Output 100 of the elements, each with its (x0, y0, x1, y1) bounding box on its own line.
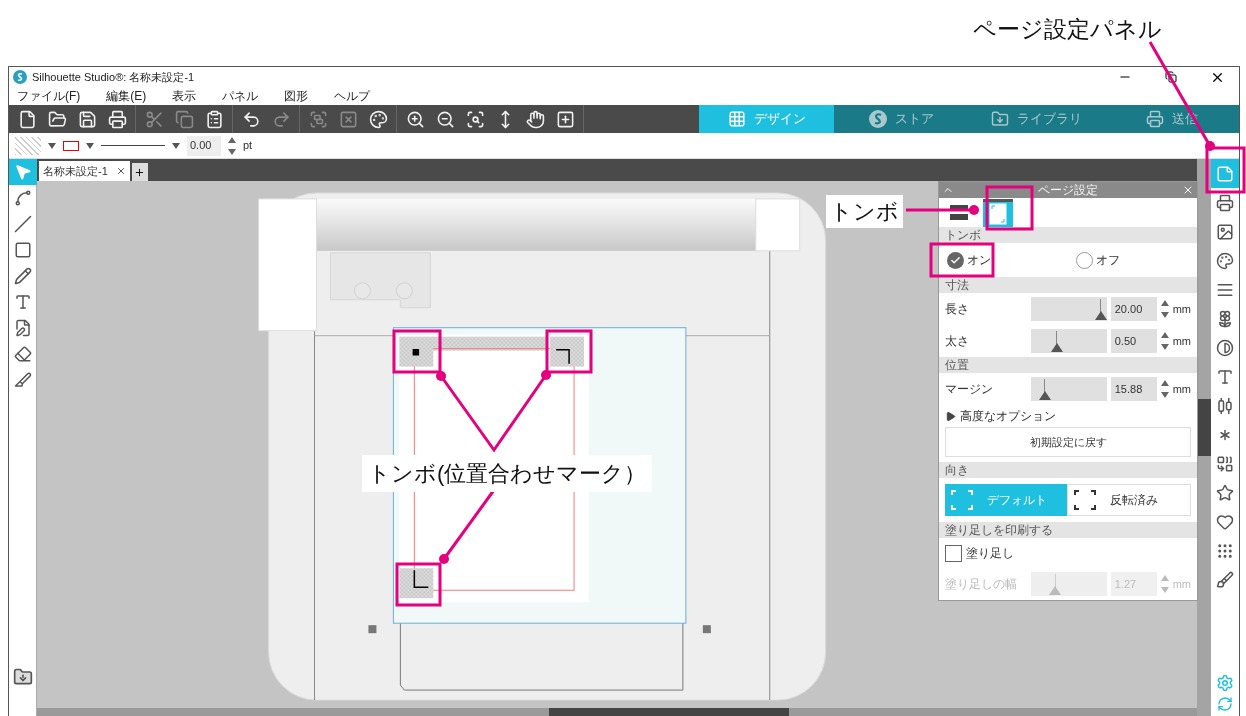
slider-track[interactable] (1030, 297, 1107, 321)
radio-option[interactable]: オン (939, 251, 1068, 269)
unit-label: mm (1172, 576, 1191, 592)
number-field[interactable]: 20.00 (1110, 297, 1157, 321)
text-icon (1216, 367, 1234, 386)
number-field[interactable]: 15.88 (1110, 377, 1157, 401)
menu-item[interactable]: ヘルプ (334, 89, 371, 103)
registration-mark (550, 336, 585, 367)
highlight-frame (545, 329, 593, 374)
unit-label: mm (1172, 301, 1191, 317)
advanced-options-toggle[interactable]: 高度なオプション (939, 405, 1197, 427)
slider-track[interactable] (1030, 329, 1107, 353)
menu-item[interactable]: 図形 (284, 89, 309, 103)
curve-icon (13, 189, 32, 207)
scrollbar-thumb[interactable] (549, 708, 789, 716)
image-icon (1216, 222, 1234, 241)
callout-label: トンボ(位置合わせマーク） (362, 455, 653, 492)
contrast-icon (1216, 338, 1234, 357)
sticky-note-icon (1216, 164, 1234, 183)
star-icon (1216, 483, 1234, 502)
radio-option[interactable]: オフ (1068, 251, 1197, 269)
sensor-mark (368, 625, 377, 634)
eraser-icon (13, 345, 32, 363)
pointer-icon (13, 163, 32, 181)
x-square-icon (338, 109, 358, 129)
bleed-checkbox[interactable]: 塗り足し (939, 538, 1197, 568)
store-logo-icon (869, 110, 887, 128)
callout-label: トンボ (826, 195, 903, 228)
page-layout-icon (950, 204, 970, 221)
field-label: 太さ (945, 333, 970, 350)
pencil-icon (13, 267, 32, 285)
field-label: マージン (945, 381, 994, 398)
menu-item[interactable]: 編集(E) (106, 89, 147, 103)
heart-icon (1216, 512, 1234, 531)
new-tab-button[interactable] (131, 163, 148, 181)
panel-view-tab[interactable] (983, 198, 1013, 227)
align-icon (1216, 396, 1234, 415)
spinner-icon[interactable] (1160, 379, 1169, 399)
slider-track[interactable] (1030, 572, 1107, 596)
sensor-mark (702, 625, 711, 634)
plus-icon (134, 166, 146, 178)
section-heading: 位置 (945, 358, 969, 372)
restore-icon[interactable] (1165, 71, 1177, 83)
line-width-field[interactable]: 0.00 (187, 135, 221, 156)
unit-label: mm (1172, 333, 1191, 349)
unit-label: pt (243, 138, 253, 154)
orientation-option[interactable]: 反転済み (1067, 484, 1191, 516)
close-icon[interactable] (115, 166, 126, 176)
spinner-icon[interactable] (1160, 331, 1169, 351)
app-logo-icon (13, 70, 27, 84)
menu-item[interactable]: パネル (222, 89, 259, 103)
highlight-frame (1205, 146, 1246, 194)
section-heading: 寸法 (945, 278, 969, 292)
caret-icon (86, 142, 94, 149)
printer-icon (107, 109, 127, 129)
line-style-swatch[interactable] (101, 145, 165, 146)
tool-button[interactable] (8, 159, 37, 185)
caret-icon (48, 142, 56, 149)
undo-icon (241, 109, 261, 129)
highlight-frame (392, 329, 442, 374)
line-icon (13, 215, 32, 233)
field-label: 長さ (945, 301, 970, 318)
text-icon (13, 293, 32, 311)
stroke-color-swatch[interactable] (63, 140, 79, 151)
zoom-in-icon (405, 109, 425, 129)
highlight-frame (395, 562, 442, 607)
machine-icon (1145, 110, 1164, 128)
printer-icon (1216, 193, 1234, 212)
number-field[interactable]: 0.50 (1110, 329, 1157, 353)
dots-icon (1216, 541, 1234, 560)
hand-icon (525, 109, 545, 129)
flower-icon (1216, 309, 1234, 328)
zoom-out-icon (435, 109, 455, 129)
redo-icon (271, 109, 291, 129)
caret-icon (172, 142, 180, 149)
slider-track[interactable] (1030, 377, 1107, 401)
grid-icon (727, 110, 746, 128)
highlight-frame (985, 185, 1034, 231)
fill-pattern-swatch[interactable] (15, 136, 41, 155)
menu-item[interactable]: ファイル(F) (17, 89, 81, 103)
knife-icon (13, 371, 32, 389)
menu-item[interactable]: 表示 (172, 89, 197, 103)
corner-marks-icon (951, 490, 973, 510)
registration-mark (399, 336, 434, 367)
download-folder-icon (12, 667, 33, 687)
slider-thumb[interactable] (1038, 391, 1051, 400)
reset-button[interactable]: 初期設定に戻す (945, 427, 1191, 457)
spinner-icon[interactable] (1160, 299, 1169, 319)
file-icon (17, 109, 37, 129)
corner-marks-icon (1074, 490, 1096, 510)
brush-icon (1216, 570, 1234, 589)
horizontal-scrollbar[interactable] (37, 708, 1197, 716)
copy-icon (174, 109, 194, 129)
spinner-icon[interactable] (228, 135, 236, 156)
palette-icon (1216, 251, 1234, 270)
save-icon (77, 109, 97, 129)
highlight-frame (929, 242, 995, 278)
document-tab[interactable]: 名称未設定-1 (39, 161, 130, 181)
section-heading: トンボ (945, 228, 981, 242)
shapes-icon (1216, 454, 1234, 473)
